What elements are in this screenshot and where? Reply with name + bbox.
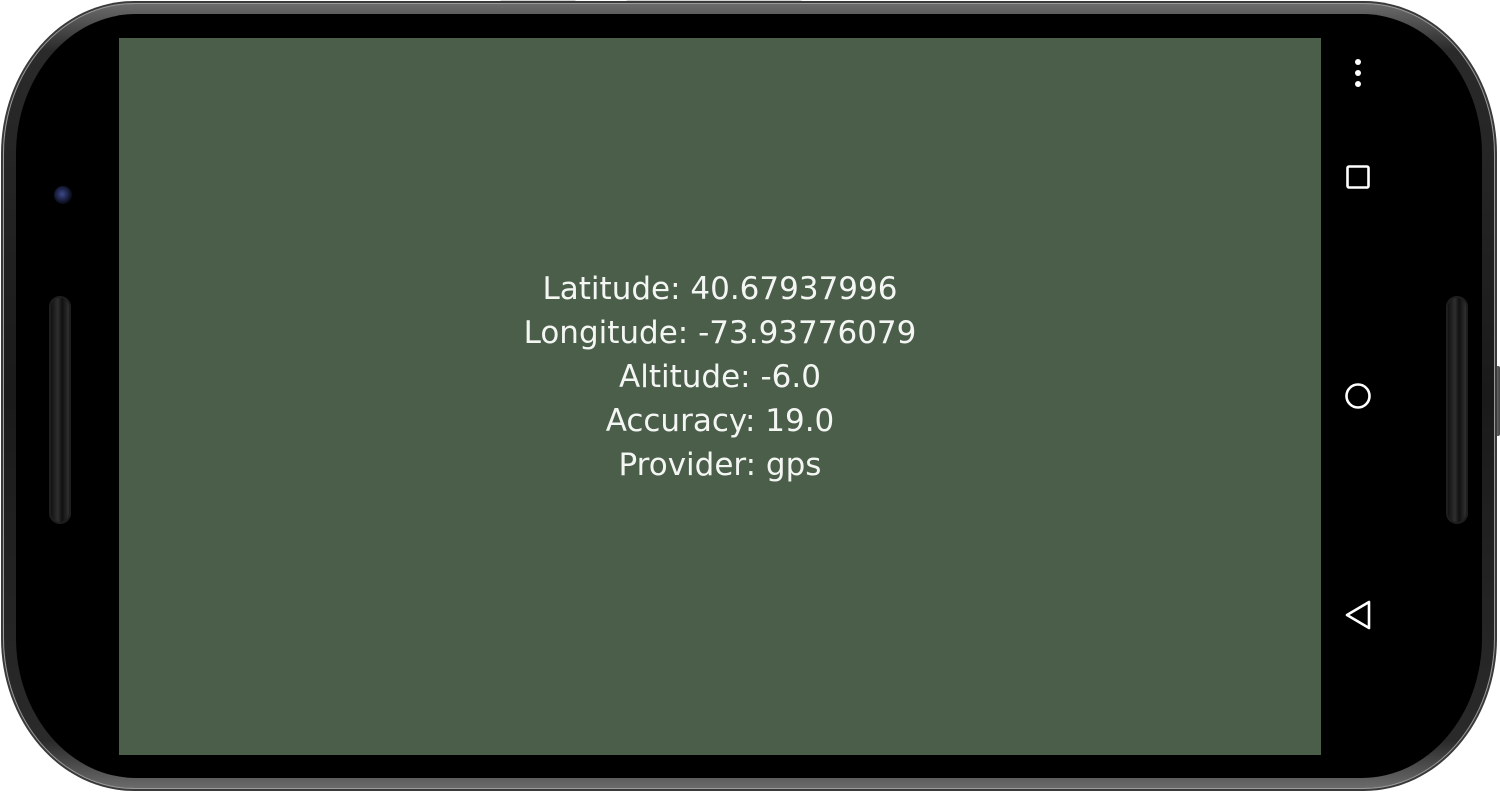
recents-button[interactable]: [1321, 156, 1395, 198]
back-button[interactable]: [1321, 593, 1395, 637]
square-icon: [1346, 165, 1370, 189]
device-screen: Latitude: 40.67937996 Longitude: -73.937…: [119, 38, 1395, 755]
circle-icon: [1345, 383, 1371, 409]
provider-text: Provider: gps: [618, 446, 822, 483]
app-content: Latitude: 40.67937996 Longitude: -73.937…: [119, 38, 1321, 755]
latitude-text: Latitude: 40.67937996: [542, 270, 898, 307]
front-camera-icon: [54, 186, 72, 204]
longitude-text: Longitude: -73.93776079: [523, 314, 917, 351]
device-stage: Latitude: 40.67937996 Longitude: -73.937…: [0, 0, 1500, 792]
altitude-text: Altitude: -6.0: [619, 358, 821, 395]
right-speaker-grille: [1446, 296, 1468, 524]
location-info: Latitude: 40.67937996 Longitude: -73.937…: [524, 267, 917, 487]
overflow-menu-button[interactable]: [1321, 52, 1395, 94]
more-vert-icon: [1355, 59, 1361, 87]
side-button: [1495, 366, 1500, 436]
home-button[interactable]: [1321, 375, 1395, 417]
navigation-bar: [1321, 38, 1395, 755]
triangle-back-icon: [1345, 600, 1371, 630]
accuracy-text: Accuracy: 19.0: [605, 402, 835, 439]
left-speaker-grille: [49, 296, 71, 524]
